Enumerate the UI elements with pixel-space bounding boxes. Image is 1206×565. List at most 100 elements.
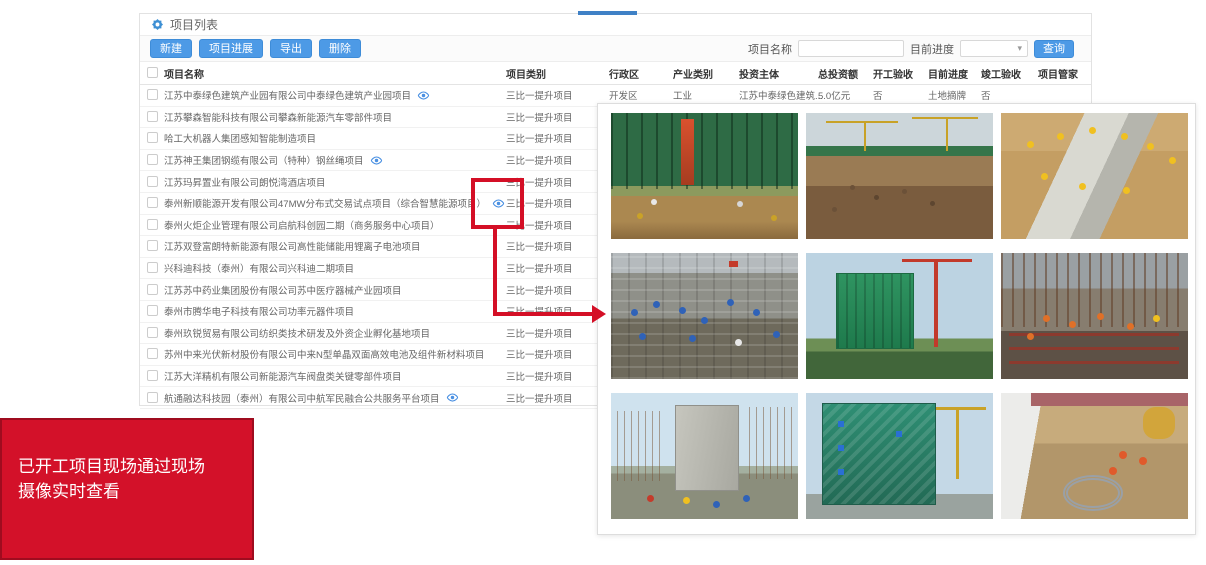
row-checkbox[interactable] <box>147 370 158 381</box>
row-category: 三比一提升项目 <box>506 107 573 128</box>
row-checkbox[interactable] <box>147 327 158 338</box>
eye-icon[interactable] <box>417 89 430 102</box>
row-name-cell: 泰州火炬企业管理有限公司启航科创园二期（商务服务中心项目） <box>164 215 440 236</box>
project-name-input[interactable] <box>798 40 904 57</box>
annotation-callout: 已开工项目现场通过现场摄像实时查看 <box>0 418 254 560</box>
row-name: 江苏神王集团钢缆有限公司（特种）钢丝绳项目 <box>164 153 364 167</box>
row-name-cell: 泰州市腾华电子科技有限公司功率元器件项目 <box>164 301 354 322</box>
column-header-amount: 总投资额 <box>818 62 858 84</box>
row-checkbox[interactable] <box>147 219 158 230</box>
row-name: 江苏苏中药业集团股份有限公司苏中医疗器械产业园项目 <box>164 283 402 297</box>
row-name-cell: 航通融达科技园（泰州）有限公司中航军民融合公共服务平台项目 <box>164 387 459 408</box>
row-checkbox[interactable] <box>147 111 158 122</box>
toolbar: 新建 项目进展 导出 删除 项目名称 目前进度 ▾ 查询 <box>140 36 1091 62</box>
project-progress-button[interactable]: 项目进展 <box>199 39 263 58</box>
query-button[interactable]: 查询 <box>1034 40 1074 58</box>
row-category: 三比一提升项目 <box>506 258 573 279</box>
eye-icon[interactable] <box>446 391 459 404</box>
canvas: 项目列表 新建 项目进展 导出 删除 项目名称 目前进度 ▾ 查询 项目名称 项… <box>0 0 1206 565</box>
row-checkbox[interactable] <box>147 284 158 295</box>
row-category: 三比一提升项目 <box>506 323 573 344</box>
row-category: 三比一提升项目 <box>506 387 573 408</box>
site-photo-6[interactable] <box>1001 253 1188 379</box>
highlight-box <box>471 178 524 229</box>
row-name: 航通融达科技园（泰州）有限公司中航军民融合公共服务平台项目 <box>164 391 440 405</box>
arrow-head-icon <box>592 305 606 323</box>
chevron-down-icon: ▾ <box>1017 43 1022 54</box>
row-category: 三比一提升项目 <box>506 366 573 387</box>
site-photo-7[interactable] <box>611 393 798 519</box>
page-title: 项目列表 <box>170 16 218 33</box>
row-name-cell: 江苏双登富朗特新能源有限公司高性能储能用锂离子电池项目 <box>164 236 421 257</box>
export-button[interactable]: 导出 <box>270 39 312 58</box>
site-photo-2[interactable] <box>806 113 993 239</box>
progress-select[interactable]: ▾ <box>960 40 1028 57</box>
eye-icon[interactable] <box>370 154 383 167</box>
column-header-category: 项目类别 <box>506 62 546 84</box>
row-name: 泰州新顺能源开发有限公司47MW分布式交易试点项目（综合智慧能源项目） <box>164 196 486 210</box>
row-checkbox[interactable] <box>147 154 158 165</box>
column-header-completion-check: 竣工验收 <box>981 62 1021 84</box>
row-checkbox[interactable] <box>147 132 158 143</box>
row-checkbox[interactable] <box>147 240 158 251</box>
row-name-cell: 哈工大机器人集团感知智能制造项目 <box>164 128 316 149</box>
column-header-start-check: 开工验收 <box>873 62 913 84</box>
row-name: 江苏玛昇置业有限公司朗悦湾酒店项目 <box>164 175 326 189</box>
project-name-filter-label: 项目名称 <box>748 41 792 57</box>
progress-filter-label: 目前进度 <box>910 41 954 57</box>
row-checkbox[interactable] <box>147 348 158 359</box>
row-category: 三比一提升项目 <box>506 128 573 149</box>
row-name-cell: 江苏大洋精机有限公司新能源汽车阀盘类关键零部件项目 <box>164 366 402 387</box>
new-button[interactable]: 新建 <box>150 39 192 58</box>
row-category: 三比一提升项目 <box>506 279 573 300</box>
arrow-line-horizontal <box>493 312 592 316</box>
row-name: 哈工大机器人集团感知智能制造项目 <box>164 131 316 145</box>
row-name: 兴科迪科技（泰州）有限公司兴科迪二期项目 <box>164 261 354 275</box>
row-checkbox[interactable] <box>147 197 158 208</box>
column-header-progress: 目前进度 <box>928 62 968 84</box>
filter-bar: 项目名称 目前进度 ▾ 查询 <box>748 36 1074 61</box>
row-name: 泰州玖锐贸易有限公司纺织类技术研发及外资企业孵化基地项目 <box>164 326 430 340</box>
row-category: 三比一提升项目 <box>506 236 573 257</box>
row-name-cell: 江苏神王集团钢缆有限公司（特种）钢丝绳项目 <box>164 150 383 171</box>
site-photo-4[interactable] <box>611 253 798 379</box>
site-photo-3[interactable] <box>1001 113 1188 239</box>
row-checkbox[interactable] <box>147 176 158 187</box>
column-header-name: 项目名称 <box>164 62 204 84</box>
row-name-cell: 泰州新顺能源开发有限公司47MW分布式交易试点项目（综合智慧能源项目） <box>164 193 505 214</box>
row-name: 江苏双登富朗特新能源有限公司高性能储能用锂离子电池项目 <box>164 239 421 253</box>
row-name-cell: 泰州玖锐贸易有限公司纺织类技术研发及外资企业孵化基地项目 <box>164 323 430 344</box>
row-name-cell: 苏州中来光伏新材股份有限公司中来N型单晶双面高效电池及组件新材料项目 <box>164 344 484 365</box>
column-header-investor: 投资主体 <box>739 62 779 84</box>
site-photos-panel <box>597 103 1196 535</box>
column-header-district: 行政区 <box>609 62 639 84</box>
row-name: 泰州火炬企业管理有限公司启航科创园二期（商务服务中心项目） <box>164 218 440 232</box>
row-name: 泰州市腾华电子科技有限公司功率元器件项目 <box>164 304 354 318</box>
column-header-industry: 产业类别 <box>673 62 713 84</box>
site-photo-1[interactable] <box>611 113 798 239</box>
row-name: 苏州中来光伏新材股份有限公司中来N型单晶双面高效电池及组件新材料项目 <box>164 347 484 361</box>
active-tab-indicator <box>578 11 637 15</box>
row-category: 三比一提升项目 <box>506 150 573 171</box>
arrow-line-vertical <box>493 229 497 312</box>
row-checkbox[interactable] <box>147 89 158 100</box>
select-all-checkbox[interactable] <box>147 67 158 78</box>
row-checkbox[interactable] <box>147 305 158 316</box>
row-name-cell: 江苏苏中药业集团股份有限公司苏中医疗器械产业园项目 <box>164 279 402 300</box>
site-photo-5[interactable] <box>806 253 993 379</box>
row-name-cell: 江苏中泰绿色建筑产业园有限公司中泰绿色建筑产业园项目 <box>164 85 430 106</box>
row-name: 江苏中泰绿色建筑产业园有限公司中泰绿色建筑产业园项目 <box>164 88 411 102</box>
column-header-manager: 项目管家 <box>1038 62 1078 84</box>
row-category: 三比一提升项目 <box>506 344 573 365</box>
row-name: 江苏攀森智能科技有限公司攀森新能源汽车零部件项目 <box>164 110 392 124</box>
row-name-cell: 兴科迪科技（泰州）有限公司兴科迪二期项目 <box>164 258 354 279</box>
panel-header: 项目列表 <box>140 14 1091 36</box>
row-checkbox[interactable] <box>147 392 158 403</box>
row-checkbox[interactable] <box>147 262 158 273</box>
site-photo-9[interactable] <box>1001 393 1188 519</box>
table-header: 项目名称 项目类别 行政区 产业类别 投资主体 总投资额 开工验收 目前进度 竣… <box>140 62 1091 85</box>
site-photo-8[interactable] <box>806 393 993 519</box>
row-name: 江苏大洋精机有限公司新能源汽车阀盘类关键零部件项目 <box>164 369 402 383</box>
delete-button[interactable]: 删除 <box>319 39 361 58</box>
row-name-cell: 江苏攀森智能科技有限公司攀森新能源汽车零部件项目 <box>164 107 392 128</box>
